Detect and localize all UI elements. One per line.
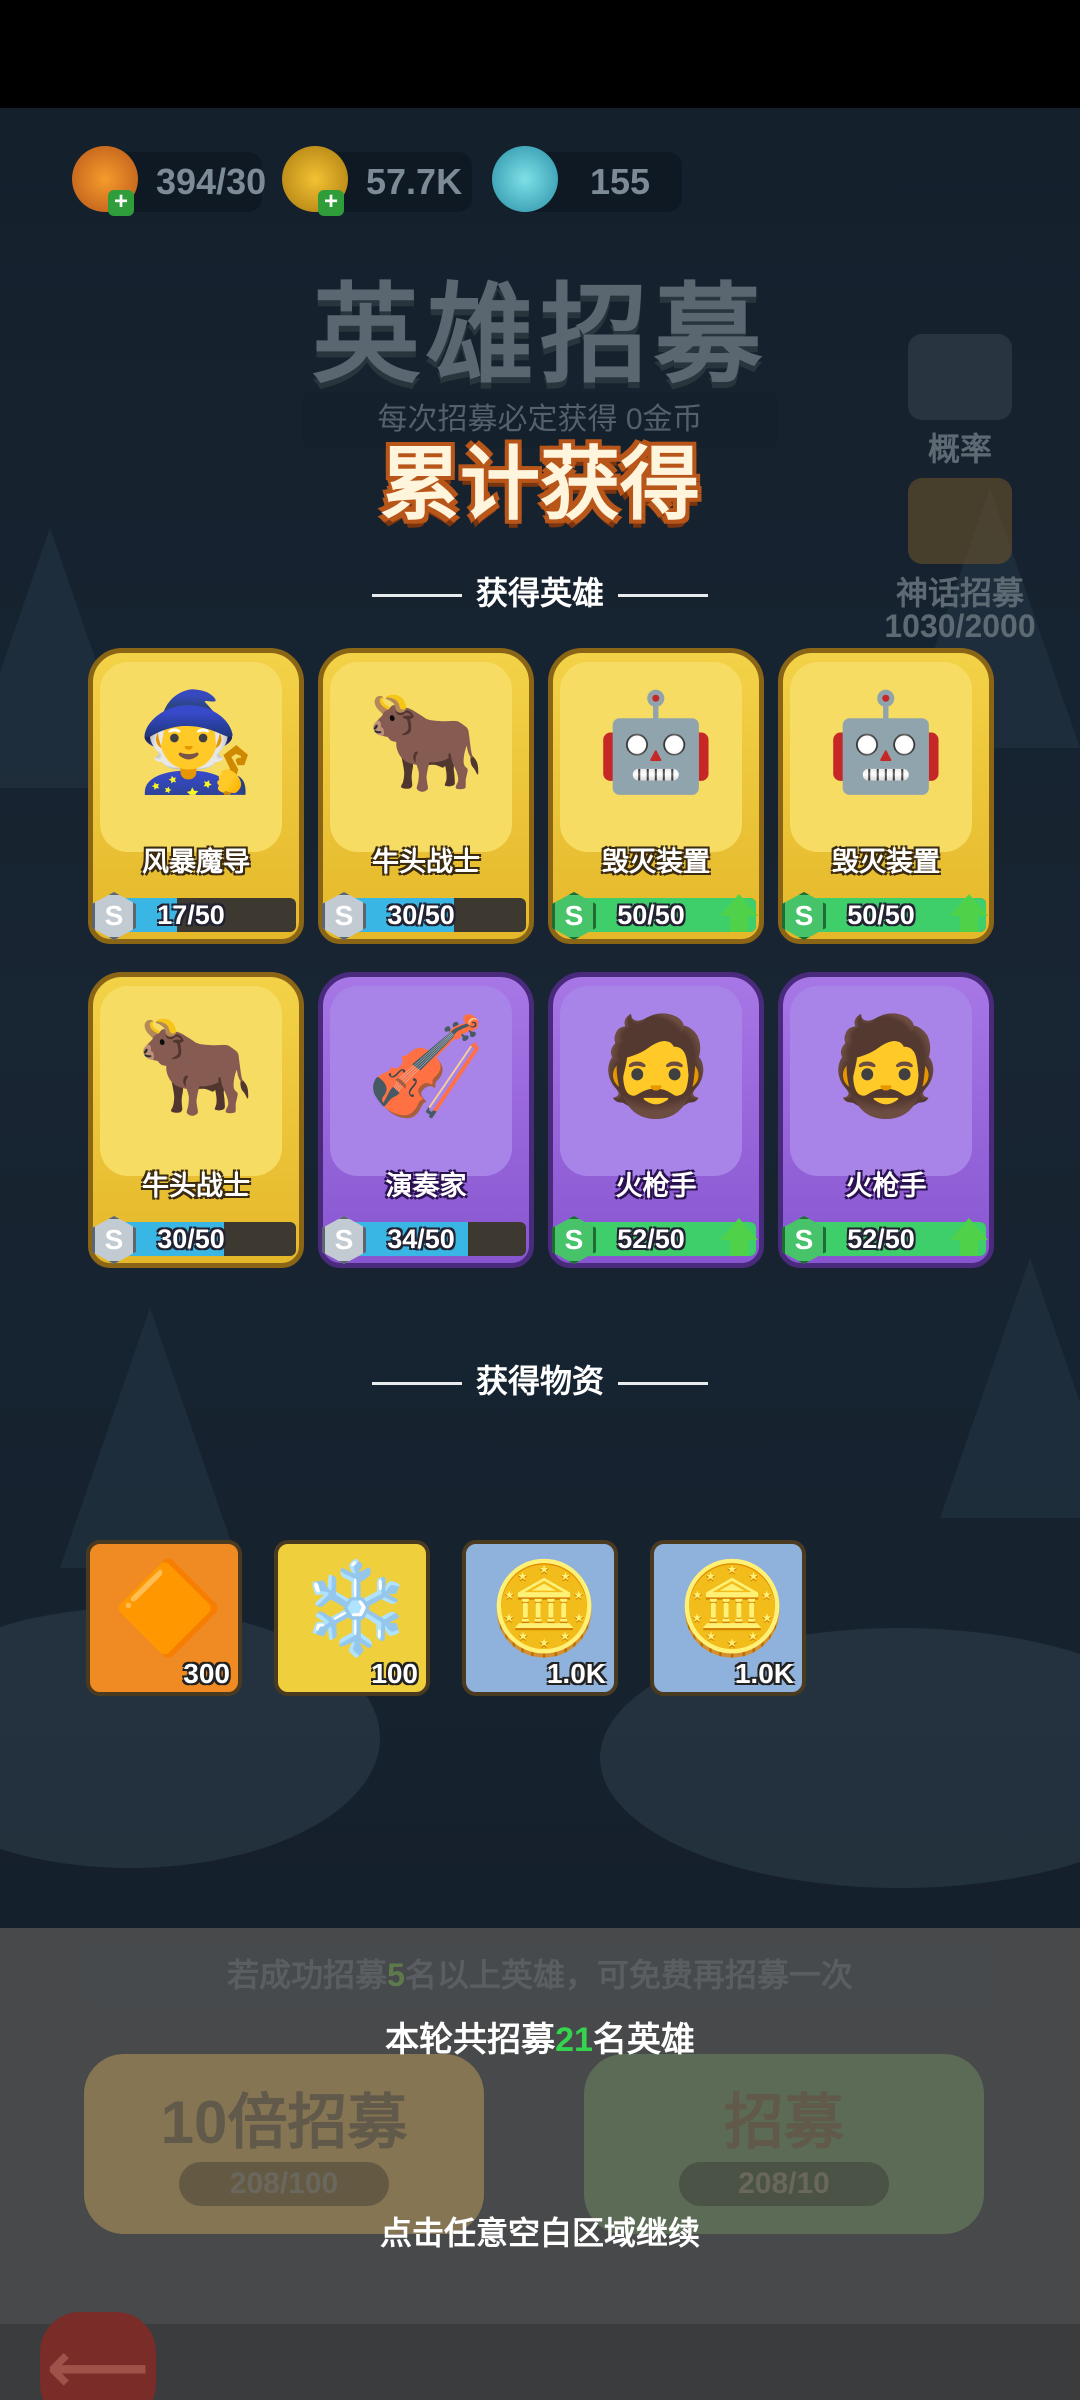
lower-panel xyxy=(0,2324,1080,2400)
reward-item[interactable]: ❄️ 100 xyxy=(274,1540,430,1696)
recruit-button[interactable]: 招募 208/10 xyxy=(584,2054,984,2234)
recruit-cost: 208/10 xyxy=(679,2162,889,2206)
bonus-hint-num: 5 xyxy=(387,1957,405,1993)
plus-icon[interactable]: + xyxy=(318,190,344,216)
bonus-hint: 若成功招募5名以上英雄，可免费再招募一次 xyxy=(80,1944,1000,2006)
hero-name: 火枪手 xyxy=(615,1171,697,1201)
hero-progress-text: 34/50 xyxy=(387,1224,455,1254)
hero-progress-text: 50/50 xyxy=(617,900,685,930)
items-section-label: 获得物资 xyxy=(475,1363,604,1399)
upgrade-arrow-icon xyxy=(720,1218,758,1240)
resource-value: 155 xyxy=(590,161,651,202)
ten-recruit-cost: 208/100 xyxy=(179,2162,389,2206)
reward-count: 100 xyxy=(371,1658,418,1689)
hero-progress-bar: 17/50 xyxy=(116,898,296,932)
hero-portrait: 🧔 xyxy=(826,1013,946,1120)
upgrade-arrow-stem xyxy=(730,1238,748,1256)
divider xyxy=(618,1382,708,1386)
hero-card[interactable]: 🤖 毁灭装置 50/50 S xyxy=(548,648,764,964)
upgrade-arrow-stem xyxy=(960,1238,978,1256)
hero-progress-text: 17/50 xyxy=(157,900,225,930)
summary-pre: 本轮共招募 xyxy=(385,2021,556,2059)
hero-card[interactable]: 🧔 火枪手 52/50 S xyxy=(548,972,764,1288)
hero-progress-text: 50/50 xyxy=(847,900,915,930)
upgrade-arrow-stem xyxy=(960,914,978,932)
hero-progress-bar: 30/50 xyxy=(346,898,526,932)
back-arrow-icon[interactable]: ⟵ xyxy=(40,2312,156,2400)
ice-crystal-icon: ❄️ xyxy=(299,1559,413,1659)
hero-portrait: 🐂 xyxy=(366,689,486,796)
bonus-hint-pre: 若成功招募 xyxy=(227,1957,388,1993)
heroes-section-header: 获得英雄 xyxy=(0,568,1080,614)
heroes-section-label: 获得英雄 xyxy=(475,575,604,611)
ice-crystal-icon xyxy=(492,146,558,212)
summary-post: 名英雄 xyxy=(592,2021,695,2059)
gold-coin-icon: 🪙 xyxy=(675,1559,789,1659)
items-section-header: 获得物资 xyxy=(0,1356,1080,1402)
hero-portrait: 🧔 xyxy=(596,1013,716,1120)
reward-count: 300 xyxy=(183,1658,230,1689)
reward-item[interactable]: 🪙 1.0K xyxy=(462,1540,618,1696)
hero-portrait: 🐂 xyxy=(136,1013,256,1120)
plus-icon[interactable]: + xyxy=(108,190,134,216)
upgrade-arrow-icon xyxy=(950,1218,988,1240)
ten-recruit-label: 10倍招募 xyxy=(160,2089,408,2156)
hero-progress-text: 30/50 xyxy=(157,1224,225,1254)
upgrade-arrow-icon xyxy=(720,894,758,916)
fire-crystal-icon: 🔶 xyxy=(111,1559,225,1659)
hero-card[interactable]: 🧔 火枪手 52/50 S xyxy=(778,972,994,1288)
continue-hint[interactable]: 点击任意空白区域继续 xyxy=(0,2208,1080,2254)
resource-fire[interactable]: + 394/30 xyxy=(72,146,266,216)
hero-card[interactable]: 🐂 牛头战士 30/50 S xyxy=(318,648,534,964)
hero-name: 牛头战士 xyxy=(142,1171,250,1201)
hero-card[interactable]: 🧙 风暴魔导 17/50 S xyxy=(88,648,304,964)
ten-recruit-button[interactable]: 10倍招募 208/100 xyxy=(84,2054,484,2234)
hero-progress-text: 52/50 xyxy=(847,1224,915,1254)
hero-progress-text: 30/50 xyxy=(387,900,455,930)
hero-progress-bar: 34/50 xyxy=(346,1222,526,1256)
reward-count: 1.0K xyxy=(546,1658,606,1689)
divider xyxy=(371,1382,462,1386)
resource-gold[interactable]: + 57.7K xyxy=(282,146,472,216)
status-bar xyxy=(0,0,1080,108)
divider xyxy=(618,594,708,598)
recruit-summary: 本轮共招募21名英雄 xyxy=(0,2012,1080,2061)
hero-name: 毁灭装置 xyxy=(832,847,940,877)
hero-name: 毁灭装置 xyxy=(602,847,710,877)
hero-progress-bar: 30/50 xyxy=(116,1222,296,1256)
hero-portrait: 🎻 xyxy=(366,1013,486,1120)
odds-icon[interactable] xyxy=(908,334,1012,420)
hero-card[interactable]: 🐂 牛头战士 30/50 S xyxy=(88,972,304,1288)
hero-portrait: 🧙 xyxy=(136,689,256,796)
recruit-label: 招募 xyxy=(724,2089,844,2156)
panel-title: 累计获得 xyxy=(380,440,700,529)
game-screen: + 394/30 + 57.7K 155 英雄招募 每次招募必定获得 0金币 概… xyxy=(0,108,1080,2400)
reward-item[interactable]: 🪙 1.0K xyxy=(650,1540,806,1696)
resource-value: 394/30 xyxy=(156,161,267,202)
hero-card[interactable]: 🎻 演奏家 34/50 S xyxy=(318,972,534,1288)
resource-ice[interactable]: 155 xyxy=(492,146,682,212)
upgrade-arrow-icon xyxy=(950,894,988,916)
reward-count: 1.0K xyxy=(734,1658,794,1689)
hero-name: 火枪手 xyxy=(845,1171,927,1201)
hero-portrait: 🤖 xyxy=(596,689,716,796)
hero-progress-text: 52/50 xyxy=(617,1224,685,1254)
hero-portrait: 🤖 xyxy=(826,689,946,796)
upgrade-arrow-stem xyxy=(730,914,748,932)
divider xyxy=(371,594,462,598)
reward-item[interactable]: 🔶 300 xyxy=(86,1540,242,1696)
hero-name: 牛头战士 xyxy=(372,847,480,877)
gold-coin-icon: 🪙 xyxy=(487,1559,601,1659)
summary-num: 21 xyxy=(555,2021,593,2059)
hero-name: 风暴魔导 xyxy=(142,847,250,877)
bonus-hint-post: 名以上英雄，可免费再招募一次 xyxy=(404,1957,853,1993)
hero-card[interactable]: 🤖 毁灭装置 50/50 S xyxy=(778,648,994,964)
hero-name: 演奏家 xyxy=(385,1171,467,1201)
resource-value: 57.7K xyxy=(366,161,463,202)
